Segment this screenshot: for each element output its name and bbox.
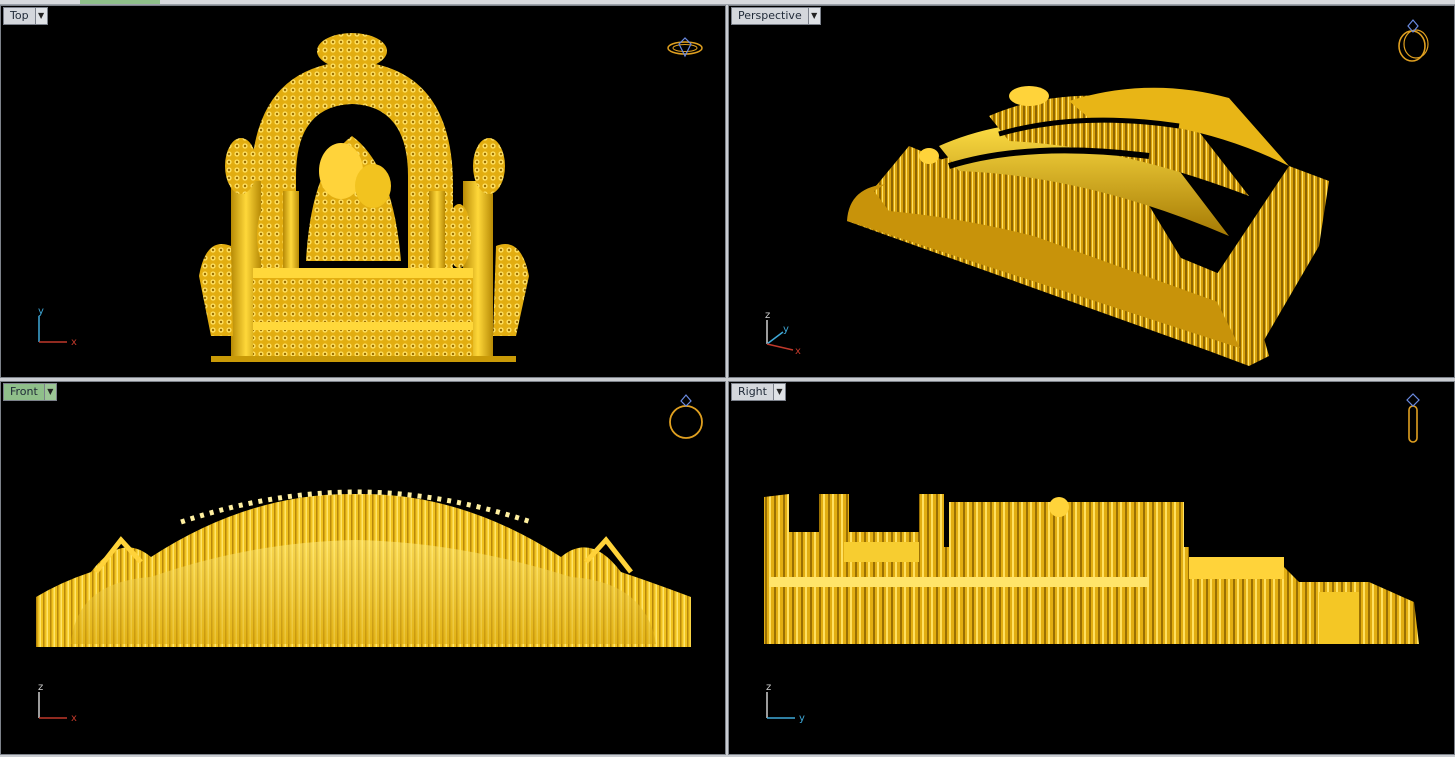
axis-label-y: y — [799, 713, 805, 724]
viewport-top[interactable]: Top ▼ y x — [0, 5, 726, 378]
ring-icon — [1398, 19, 1429, 62]
model-front-view — [36, 489, 691, 647]
axis-label-z: z — [765, 310, 770, 321]
axis-icon: z y — [766, 682, 805, 724]
axis-label-y: y — [38, 306, 44, 317]
viewport-title-front[interactable]: Front ▼ — [3, 383, 57, 401]
viewport-perspective[interactable]: Perspective ▼ z y x — [728, 5, 1455, 378]
viewport-title-perspective[interactable]: Perspective ▼ — [731, 7, 821, 25]
chevron-down-icon[interactable]: ▼ — [807, 8, 820, 24]
viewport-title-top[interactable]: Top ▼ — [3, 7, 48, 25]
tab-marker[interactable] — [80, 0, 160, 4]
viewport-right[interactable]: Right ▼ z y — [728, 381, 1455, 755]
axis-label-y: y — [783, 324, 789, 335]
chevron-down-icon[interactable]: ▼ — [772, 384, 785, 400]
axis-label-x: x — [71, 713, 77, 724]
axis-label-z: z — [38, 682, 43, 693]
chevron-down-icon[interactable]: ▼ — [34, 8, 47, 24]
axis-icon: z y x — [765, 310, 801, 354]
ring-icon — [667, 37, 703, 58]
chevron-down-icon[interactable]: ▼ — [43, 384, 56, 400]
viewport-label: Perspective — [738, 9, 802, 22]
model-right-view — [764, 494, 1419, 644]
ring-icon — [1406, 393, 1420, 443]
axis-label-x: x — [71, 337, 77, 348]
axis-icon: y x — [38, 306, 77, 348]
model-perspective-view — [847, 86, 1329, 366]
axis-icon: z x — [38, 682, 77, 724]
viewport-label: Front — [10, 385, 38, 398]
viewport-front[interactable]: Front ▼ z x — [0, 381, 726, 755]
axis-label-z: z — [766, 682, 771, 693]
model-top-view — [199, 33, 529, 362]
viewport-label: Right — [738, 385, 767, 398]
ring-icon — [669, 394, 703, 439]
viewport-title-right[interactable]: Right ▼ — [731, 383, 786, 401]
viewport-label: Top — [10, 9, 29, 22]
axis-label-x: x — [795, 346, 801, 354]
